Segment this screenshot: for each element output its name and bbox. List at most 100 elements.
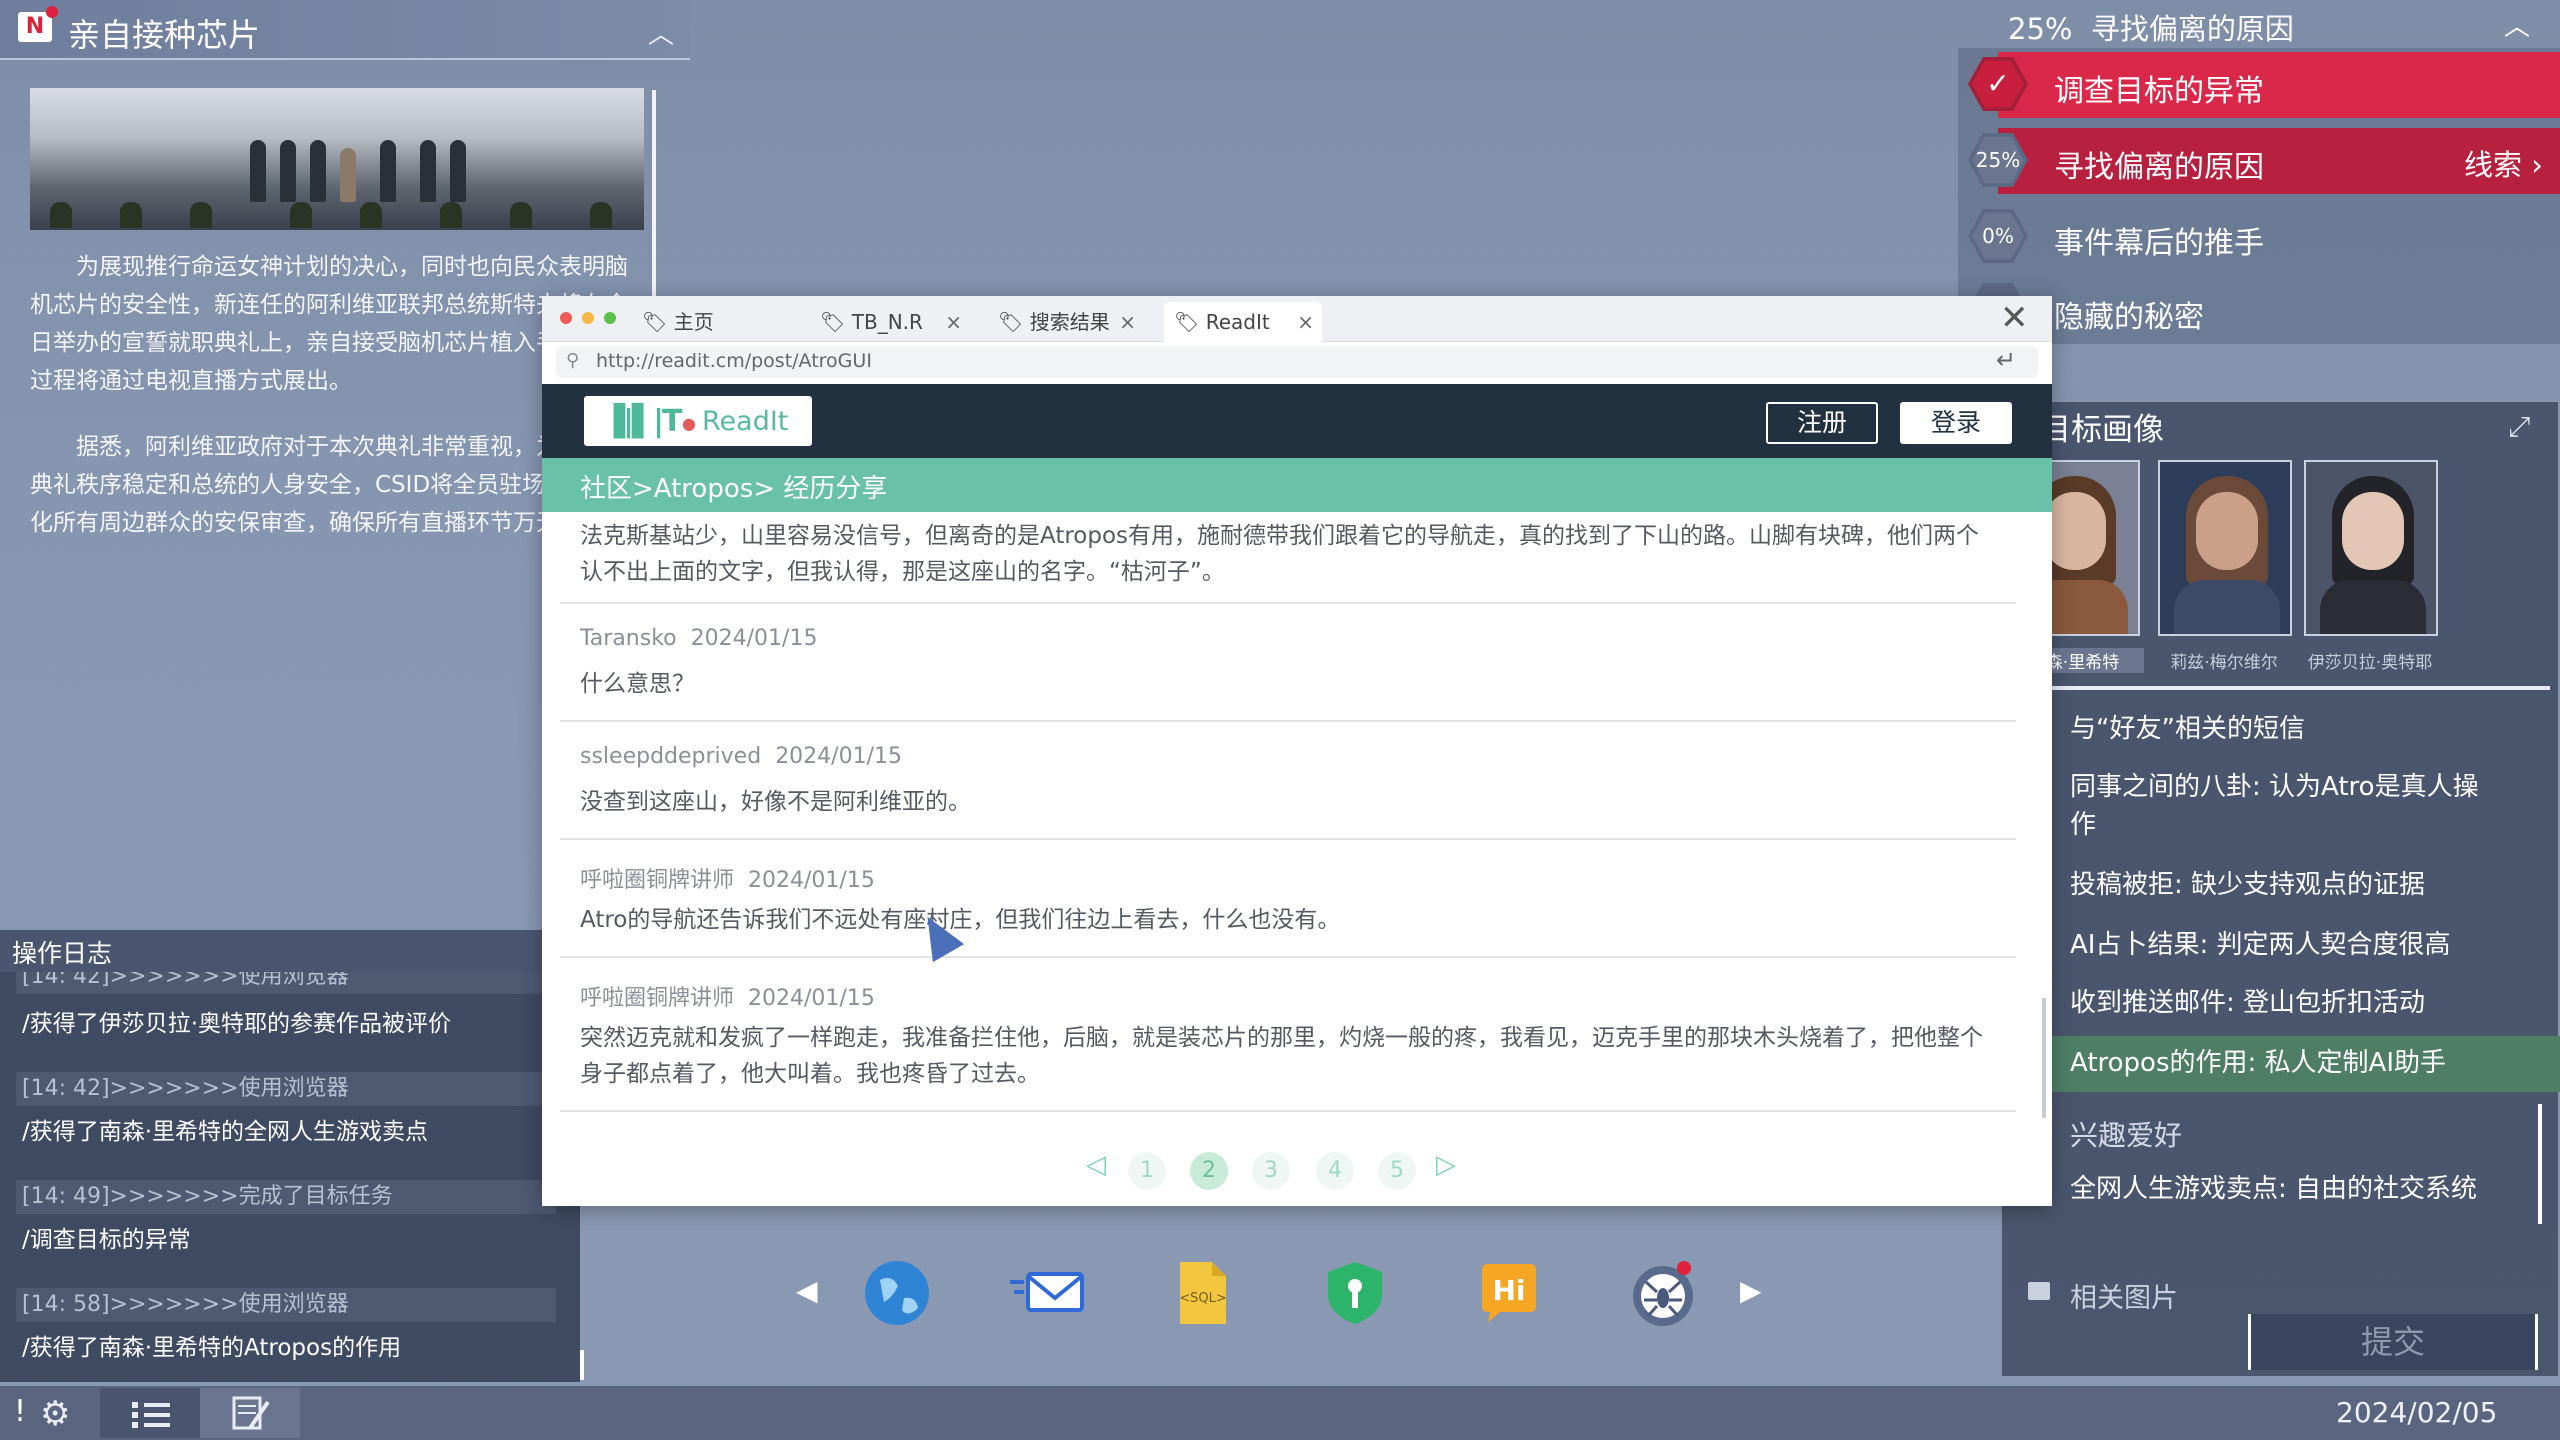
- objective-header-progress: 25%: [2008, 12, 2073, 46]
- page-1[interactable]: 1: [1128, 1152, 1166, 1190]
- prev-page-icon[interactable]: ◁: [1086, 1150, 1106, 1180]
- browser-close-icon[interactable]: ✕: [2000, 298, 2029, 338]
- shield-key-icon[interactable]: [1320, 1258, 1390, 1328]
- sql-file-icon[interactable]: <SQL>: [1166, 1258, 1236, 1328]
- globe-icon[interactable]: [862, 1258, 932, 1328]
- breadcrumb[interactable]: 社区>Atropos> 经历分享: [580, 468, 887, 505]
- notes-button[interactable]: [200, 1388, 300, 1438]
- news-photo: [30, 88, 644, 230]
- divider: [2040, 686, 2550, 690]
- alert-indicator: !: [14, 1394, 27, 1429]
- spider-icon[interactable]: [1628, 1258, 1698, 1328]
- task-list-button[interactable]: [100, 1388, 200, 1438]
- dock-prev-icon[interactable]: ◀: [796, 1274, 818, 1307]
- target-panel-title: 目标画像: [2040, 412, 2164, 448]
- news-title: 亲自接种芯片: [68, 16, 261, 54]
- clue-item[interactable]: 收到推送邮件: 登山包折扣活动: [2070, 984, 2500, 1022]
- post-meta: ssleepddeprived 2024/01/15: [580, 744, 902, 769]
- settings-gear-icon[interactable]: ⚙: [40, 1394, 84, 1434]
- mail-icon[interactable]: [1010, 1258, 1084, 1328]
- enter-icon[interactable]: ↵: [1996, 346, 2016, 374]
- hi-label: Hi: [1492, 1274, 1525, 1307]
- tab-search-results[interactable]: 🏷 搜索结果 ×: [988, 302, 1144, 342]
- post-meta: 呼啦圈铜牌讲师 2024/01/15: [580, 862, 875, 894]
- log-time: [14: 49]>>>>>>>完成了目标任务: [16, 1180, 556, 1214]
- post-text: 法克斯基站少，山里容易没信号，但离奇的是Atropos有用，施耐德带我们跟着它的…: [580, 523, 1980, 585]
- post-meta: Taransko 2024/01/15: [580, 626, 817, 651]
- log-time: [14: 42]>>>>>>>使用浏览器: [16, 972, 556, 994]
- post-date: 2024/01/15: [748, 868, 875, 893]
- objective-row-pending[interactable]: 隐藏的秘密: [1998, 278, 2560, 344]
- post-author[interactable]: ssleepddeprived: [580, 744, 761, 769]
- page-2-current[interactable]: 2: [1190, 1152, 1228, 1190]
- clue-scrollbar[interactable]: [2538, 1104, 2542, 1224]
- tab-label: ReadIt: [1205, 310, 1270, 334]
- close-icon[interactable]: ×: [945, 302, 962, 342]
- post-item: ssleepddeprived 2024/01/15 没查到这座山，好像不是阿利…: [560, 722, 2016, 840]
- clue-item-selected[interactable]: Atropos的作用: 私人定制AI助手: [2070, 1044, 2500, 1082]
- clue-item[interactable]: 投稿被拒: 缺少支持观点的证据: [2070, 866, 2500, 904]
- portrait-name: 伊莎贝拉·奥特耶: [2307, 653, 2433, 673]
- expand-icon[interactable]: ⤢: [2508, 410, 2530, 444]
- clue-item[interactable]: 与“好友”相关的短信: [2070, 710, 2500, 748]
- log-text: /调查目标的异常: [22, 1227, 191, 1253]
- portrait-liz[interactable]: [2158, 460, 2292, 636]
- image-icon: [2028, 1282, 2050, 1300]
- objective-header-label: 寻找偏离的原因: [2090, 12, 2294, 46]
- interest-header[interactable]: 兴趣爱好: [2070, 1114, 2182, 1154]
- oplog-scrollbar[interactable]: [580, 1350, 584, 1380]
- log-time: [14: 58]>>>>>>>使用浏览器: [16, 1288, 556, 1322]
- page-4[interactable]: 4: [1316, 1152, 1354, 1190]
- submit-button[interactable]: 提交: [2248, 1314, 2538, 1370]
- bookmark-icon: 🏷: [642, 310, 668, 334]
- dock-next-icon[interactable]: ▶: [1740, 1274, 1762, 1307]
- post-author[interactable]: Taransko: [580, 626, 677, 651]
- browser-scrollbar[interactable]: [2042, 998, 2046, 1118]
- tab-readit[interactable]: 🏷 ReadIt ×: [1164, 302, 1322, 342]
- clue-item[interactable]: 同事之间的八卦: 认为Atro是真人操作: [2070, 768, 2500, 844]
- page-5[interactable]: 5: [1378, 1152, 1416, 1190]
- oplog-list: [14: 42]>>>>>>>使用浏览器 /获得了伊莎贝拉·奥特耶的参赛作品被评…: [0, 972, 580, 1382]
- login-button[interactable]: 登录: [1900, 402, 2012, 444]
- objective-label: 寻找偏离的原因: [2054, 150, 2264, 185]
- collapse-chevron-icon[interactable]: ︿: [648, 14, 674, 51]
- post-date: 2024/01/15: [748, 986, 875, 1011]
- tab-tbnr[interactable]: 🏷 TB_N.R ×: [810, 302, 970, 342]
- next-page-icon[interactable]: ▷: [1436, 1150, 1456, 1180]
- objective-row-pending[interactable]: 事件幕后的推手: [1998, 204, 2560, 270]
- portrait-isabella[interactable]: [2304, 460, 2438, 636]
- news-app-logo: N: [18, 6, 58, 42]
- objective-label: 事件幕后的推手: [2054, 226, 2264, 261]
- window-minimize-dot[interactable]: [582, 312, 594, 324]
- tab-label: 搜索结果: [1029, 310, 1110, 334]
- hi-chat-icon[interactable]: Hi: [1474, 1258, 1544, 1328]
- post-meta: 呼啦圈铜牌讲师 2024/01/15: [580, 980, 875, 1012]
- portrait-name: 莉兹·梅尔维尔: [2170, 653, 2278, 673]
- post-item: 法克斯基站少，山里容易没信号，但离奇的是Atropos有用，施耐德带我们跟着它的…: [560, 516, 2016, 604]
- related-images-header[interactable]: 相关图片: [2070, 1276, 2178, 1315]
- log-text: /获得了南森·里希特的Atropos的作用: [22, 1335, 402, 1361]
- oplog-title: 操作日志: [12, 939, 113, 968]
- post-item: Taransko 2024/01/15 什么意思？: [560, 604, 2016, 722]
- game-date: 2024/02/05: [2336, 1396, 2498, 1429]
- collapse-chevron-icon[interactable]: ︿: [2504, 6, 2530, 43]
- post-text: 突然迈克就和发疯了一样跑走，我准备拦住他，后脑，就是装芯片的那里，灼烧一般的疼，…: [580, 1025, 1983, 1087]
- clue-item[interactable]: AI占卜结果: 判定两人契合度很高: [2070, 926, 2500, 964]
- register-button[interactable]: 注册: [1766, 402, 1878, 444]
- url-text[interactable]: http://readit.cm/post/AtroGUI: [596, 350, 872, 372]
- tab-home[interactable]: 🏷 主页: [632, 302, 800, 342]
- post-author[interactable]: 呼啦圈铜牌讲师: [580, 868, 734, 893]
- objective-row-done[interactable]: 调查目标的异常: [1998, 52, 2560, 118]
- close-icon[interactable]: ×: [1297, 302, 1314, 342]
- close-icon[interactable]: ×: [1119, 302, 1136, 342]
- post-author[interactable]: 呼啦圈铜牌讲师: [580, 986, 734, 1011]
- page-3[interactable]: 3: [1252, 1152, 1290, 1190]
- clue-link[interactable]: 线索 ›: [2464, 142, 2543, 184]
- post-text: 没查到这座山，好像不是阿利维亚的。: [580, 789, 971, 815]
- clue-item[interactable]: 全网人生游戏卖点: 自由的社交系统: [2070, 1170, 2500, 1208]
- objective-header: 25% 寻找偏离的原因: [2008, 6, 2294, 48]
- window-close-dot[interactable]: [560, 312, 572, 324]
- objective-label: 调查目标的异常: [2054, 74, 2264, 109]
- window-maximize-dot[interactable]: [604, 312, 616, 324]
- objective-label: 隐藏的秘密: [2054, 300, 2204, 335]
